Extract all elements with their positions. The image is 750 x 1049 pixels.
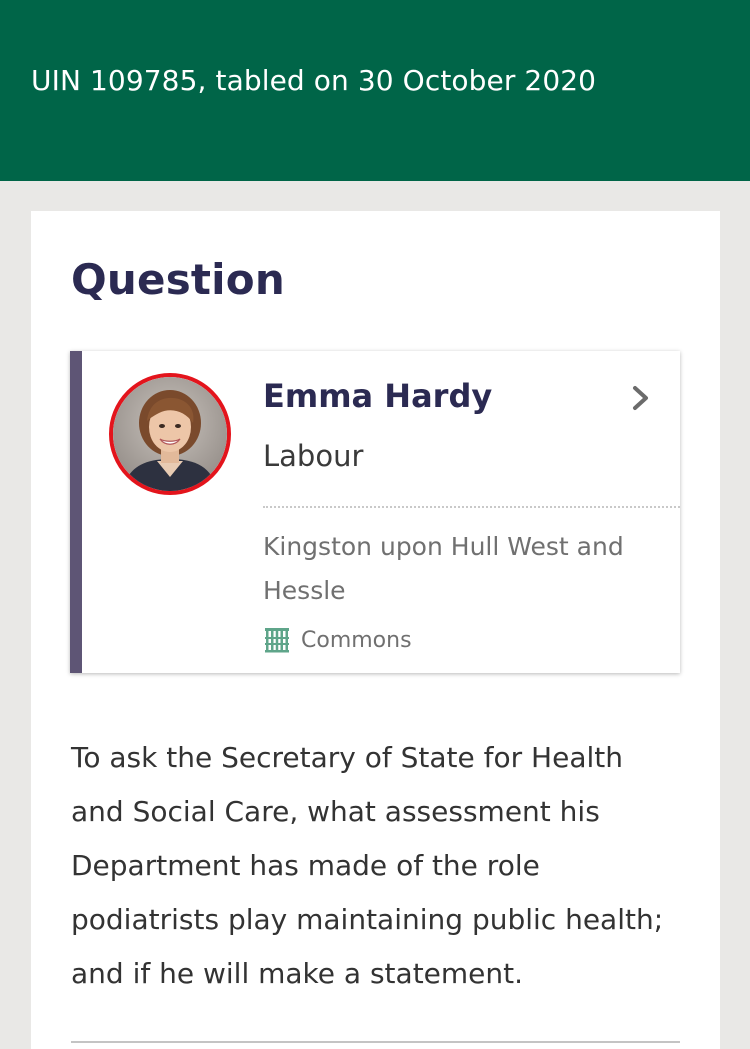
uin-tabled-text: UIN 109785, tabled on 30 October 2020 <box>31 64 597 97</box>
member-party: Labour <box>263 439 364 473</box>
card-divider <box>263 506 680 508</box>
section-divider <box>71 1041 680 1043</box>
member-constituency: Kingston upon Hull West and Hessle <box>263 532 624 605</box>
question-panel: Question Emma Hardy Labour Kingston upon… <box>31 211 720 1049</box>
section-title: Question <box>71 255 285 304</box>
member-portrait-icon <box>113 377 227 491</box>
member-card[interactable]: Emma Hardy Labour Kingston upon Hull Wes… <box>70 351 680 673</box>
portcullis-icon <box>265 628 289 653</box>
member-avatar <box>109 373 231 495</box>
member-name[interactable]: Emma Hardy <box>263 377 492 415</box>
house-indicator: Commons <box>263 623 412 657</box>
house-label: Commons <box>301 627 412 653</box>
chevron-right-icon[interactable] <box>630 384 652 412</box>
question-text: To ask the Secretary of State for Health… <box>71 741 664 990</box>
page-header: UIN 109785, tabled on 30 October 2020 <box>0 0 750 181</box>
